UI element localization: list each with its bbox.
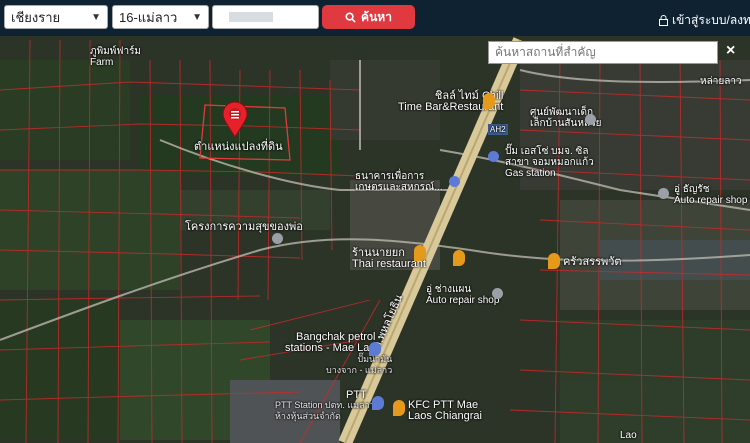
parcel-marker-label: ตำแหน่งแปลงที่ดิน bbox=[194, 141, 283, 153]
poi-label: หล่ายลาว bbox=[700, 76, 742, 87]
parcel-marker-pin-icon[interactable] bbox=[222, 102, 248, 138]
parcel-number-input[interactable] bbox=[212, 5, 319, 29]
restaurant-pin-icon[interactable] bbox=[453, 250, 465, 266]
restaurant-pin-icon[interactable] bbox=[548, 253, 560, 269]
restaurant-pin-icon[interactable] bbox=[393, 400, 405, 416]
poi-label: โครงการความสุขของพ่อ bbox=[185, 221, 303, 233]
redacted-value bbox=[229, 12, 273, 22]
district-select-value: 16-แม่ลาว bbox=[119, 9, 178, 25]
satellite-map bbox=[0, 36, 750, 443]
poi-label: ปั๊ม เอสโซ่ บมจ. ซิล สาขา จอมหมอกแก้ว Gas … bbox=[505, 146, 594, 179]
chevron-down-icon: ▼ bbox=[192, 11, 202, 23]
poi-label: อู่ ธัญรัช Auto repair shop bbox=[674, 184, 748, 206]
highway-code-label: AH2 bbox=[488, 124, 508, 135]
repair-shop-pin-icon[interactable] bbox=[658, 188, 669, 199]
school-pin-icon[interactable] bbox=[585, 114, 596, 125]
poi-label: ธนาคารเพื่อการ เกษตรและสหกรณ์... bbox=[355, 171, 443, 193]
poi-label: PTT Station ปตท. แม่ลาว ห้างหุ้นส่วนจำกัด bbox=[275, 400, 375, 421]
login-label: เข้าสู่ระบบ/ลงทะเ bbox=[672, 13, 750, 27]
poi-label: อู่ ช่างแผน Auto repair shop bbox=[426, 284, 500, 306]
restaurant-pin-icon[interactable] bbox=[483, 93, 495, 109]
landmark-pin-icon[interactable] bbox=[272, 233, 283, 244]
poi-label: Bangchak petrol stations - Mae Lao bbox=[285, 331, 376, 354]
province-select-value: เชียงราย bbox=[11, 9, 61, 25]
map-view[interactable]: ค้นหาสถานที่สำคัญ × ตำแหน่งแปลงที่ดิน AH… bbox=[0, 36, 750, 443]
search-button-label: ค้นหา bbox=[361, 9, 392, 24]
gas-station-pin-icon[interactable] bbox=[372, 396, 384, 410]
poi-label: ปั๊มน้ำมัน บางจาก - แม่ลาว bbox=[326, 354, 393, 375]
province-select[interactable]: เชียงราย ▼ bbox=[4, 5, 108, 29]
lock-icon bbox=[659, 15, 668, 26]
chevron-down-icon: ▼ bbox=[91, 11, 101, 23]
repair-shop-pin-icon[interactable] bbox=[492, 288, 503, 299]
restaurant-pin-icon[interactable] bbox=[414, 245, 426, 261]
poi-label: ภูพิมพ์ฟาร์ม Farm bbox=[90, 46, 142, 68]
place-search-input[interactable]: ค้นหาสถานที่สำคัญ bbox=[488, 41, 718, 64]
close-icon[interactable]: × bbox=[726, 42, 735, 60]
search-button[interactable]: ค้นหา bbox=[322, 5, 415, 29]
bank-pin-icon[interactable] bbox=[449, 176, 460, 187]
top-toolbar: เชียงราย ▼ 16-แม่ลาว ▼ ค้นหา เข้าสู่ระบบ… bbox=[0, 0, 750, 36]
poi-label: ครัวสรรพวัต bbox=[563, 256, 622, 268]
district-select[interactable]: 16-แม่ลาว ▼ bbox=[112, 5, 209, 29]
search-icon bbox=[345, 11, 356, 23]
gas-station-pin-icon[interactable] bbox=[488, 151, 499, 162]
login-link[interactable]: เข้าสู่ระบบ/ลงทะเ bbox=[659, 11, 750, 30]
gas-station-pin-icon[interactable] bbox=[369, 342, 381, 356]
poi-label: Lao bbox=[620, 430, 637, 441]
poi-label: KFC PTT Mae Laos Chiangrai bbox=[408, 399, 482, 422]
